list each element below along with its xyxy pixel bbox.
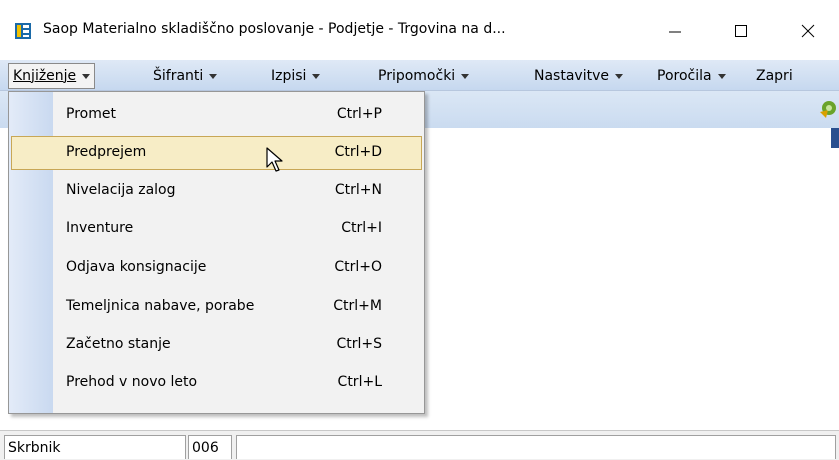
menu-knjizenje[interactable]: Knjiženje [8,63,96,89]
chevron-down-icon [312,73,321,79]
menu-item-prehod-v-novo-leto[interactable]: Prehod v novo leto Ctrl+L [11,366,422,400]
close-button[interactable] [785,8,831,54]
maximize-icon [735,25,747,37]
menu-item-label: Odjava konsignacije [66,259,207,275]
mouse-cursor-icon [266,147,283,172]
maximize-button[interactable] [718,8,764,54]
menu-izpisi[interactable]: Izpisi [271,65,321,87]
title-bar: Saop Materialno skladiščno poslovanje - … [0,0,839,60]
chevron-down-icon [717,73,726,79]
menu-item-temeljnica[interactable]: Temeljnica nabave, porabe Ctrl+M [11,290,422,324]
menu-item-label: Promet [66,106,116,122]
menu-item-shortcut: Ctrl+I [341,220,382,236]
status-bar: Skrbnik 006 [0,430,839,460]
menu-item-shortcut: Ctrl+P [336,106,382,122]
menu-item-label: Prehod v novo leto [66,374,198,390]
menu-nastavitve-label: Nastavitve [534,68,609,84]
menu-item-shortcut: Ctrl+N [334,182,382,198]
menu-pripomocki-label: Pripomočki [378,68,456,84]
menu-item-shortcut: Ctrl+S [336,336,382,352]
menu-item-shortcut: Ctrl+O [334,259,382,275]
menu-item-label: Temeljnica nabave, porabe [66,298,255,314]
status-message [236,435,836,459]
close-icon [801,24,815,38]
menu-item-shortcut: Ctrl+L [337,374,382,390]
menu-sifranti-label: Šifranti [153,68,204,84]
menu-zapri[interactable]: Zapri [756,65,793,87]
menu-item-predprejem[interactable]: Predprejem Ctrl+D [11,136,422,170]
menu-nastavitve[interactable]: Nastavitve [534,65,623,87]
status-user-text: Skrbnik [8,440,61,456]
status-code-text: 006 [192,440,219,456]
minimize-button[interactable] [652,8,698,54]
app-icon [15,23,31,39]
menu-bar: Knjiženje Šifranti Izpisi Pripomočki Nas… [0,60,839,148]
chevron-down-icon [82,73,91,79]
menu-item-label: Začetno stanje [66,336,171,352]
window-title: Saop Materialno skladiščno poslovanje - … [43,21,506,37]
menu-porocila-label: Poročila [657,68,712,84]
menu-item-promet[interactable]: Promet Ctrl+P [11,98,422,132]
menu-izpisi-label: Izpisi [271,68,307,84]
status-code: 006 [188,435,232,459]
minimize-icon [669,31,681,33]
menu-pripomocki[interactable]: Pripomočki [378,65,470,87]
menu-item-inventure[interactable]: Inventure Ctrl+I [11,212,422,246]
menu-item-odjava-konsignacije[interactable]: Odjava konsignacije Ctrl+O [11,251,422,285]
menu-item-shortcut: Ctrl+M [333,298,382,314]
menu-zapri-label: Zapri [756,68,793,84]
menu-item-label: Nivelacija zalog [66,182,176,198]
knjizenje-dropdown: Promet Ctrl+P Predprejem Ctrl+D Nivelaci… [8,91,425,414]
chevron-down-icon [461,73,470,79]
menu-item-label: Inventure [66,220,134,236]
status-user: Skrbnik [4,435,186,459]
menu-item-zacetno-stanje[interactable]: Začetno stanje Ctrl+S [11,328,422,362]
chevron-down-icon [209,73,218,79]
menu-item-nivelacija-zalog[interactable]: Nivelacija zalog Ctrl+N [11,174,422,208]
menu-porocila[interactable]: Poročila [657,65,726,87]
chevron-down-icon [614,73,623,79]
help-icon[interactable] [816,96,839,124]
menu-item-label: Predprejem [66,144,147,160]
menu-item-shortcut: Ctrl+D [334,144,382,160]
menu-sifranti[interactable]: Šifranti [153,65,218,87]
menu-knjizenje-label: Knjiženje [13,68,77,84]
